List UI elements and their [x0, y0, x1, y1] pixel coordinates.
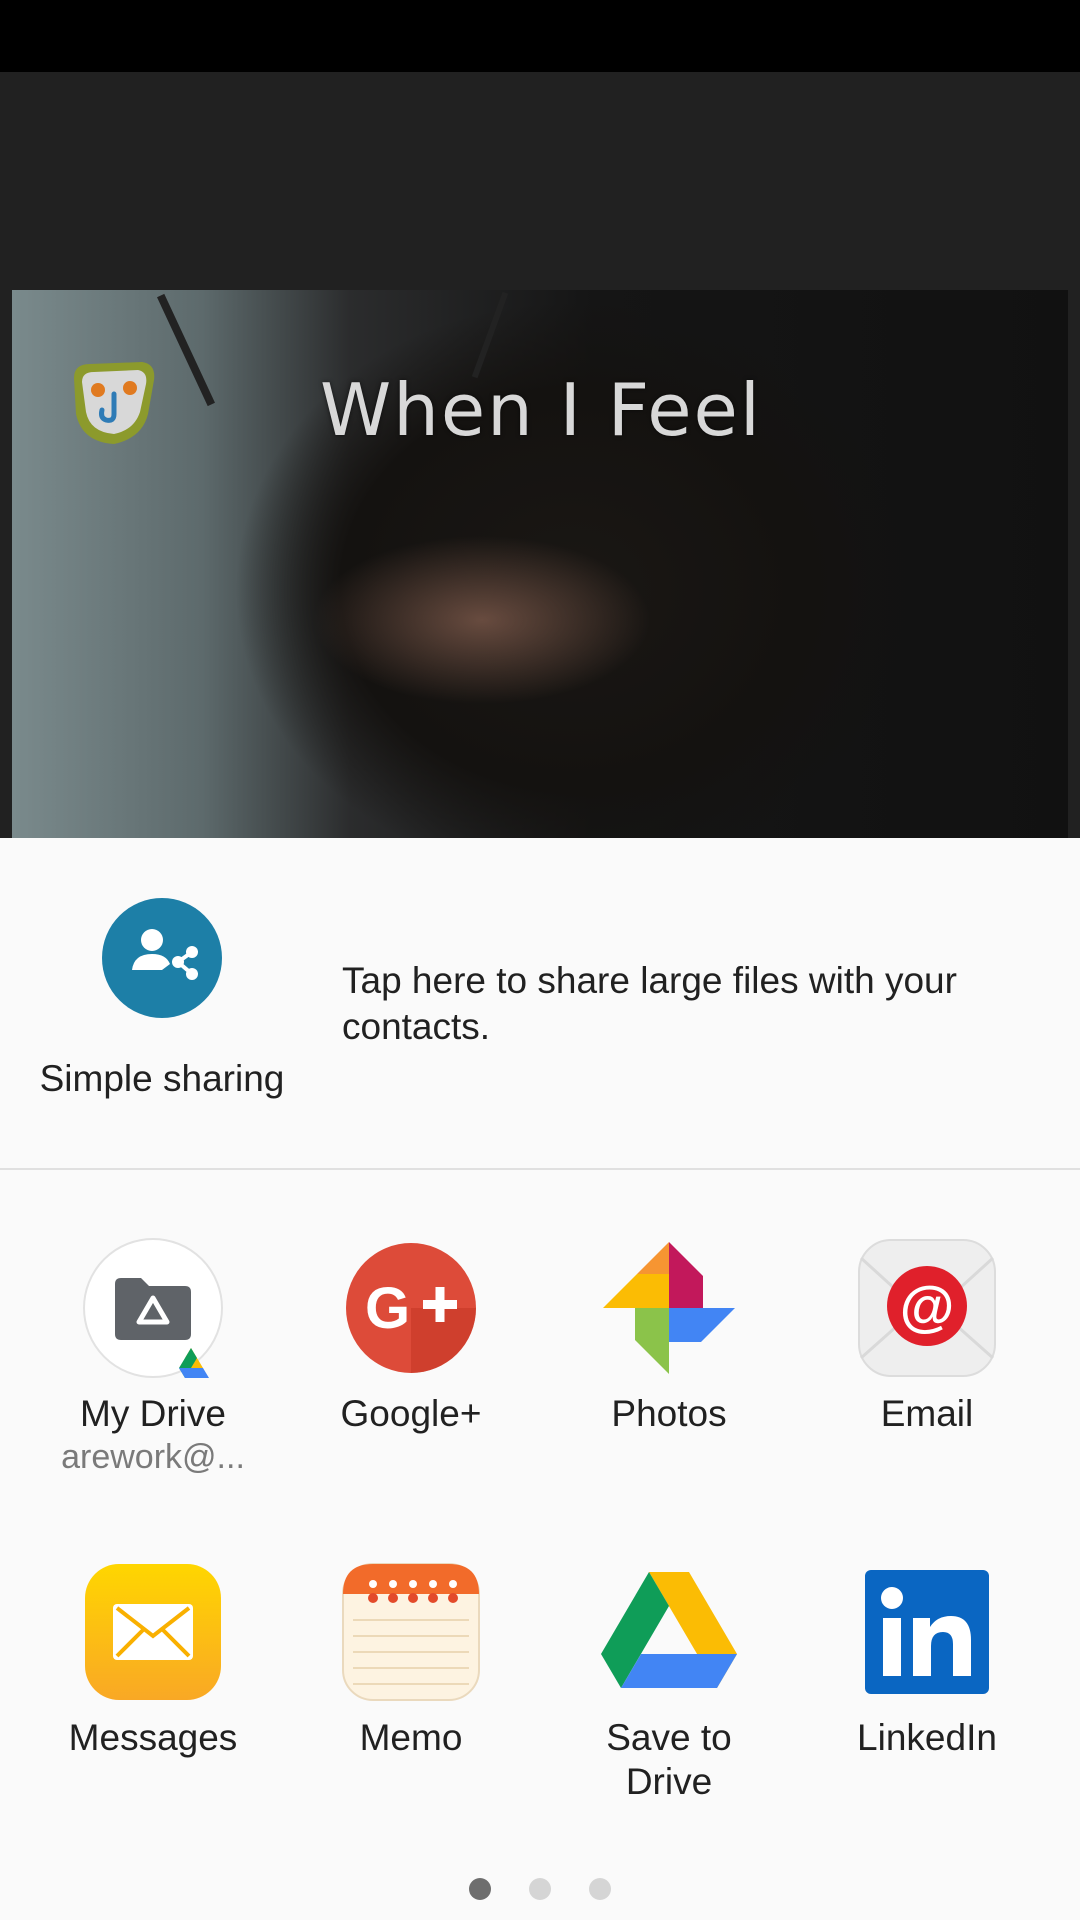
app-account: arework@...: [61, 1438, 245, 1476]
app-google-plus[interactable]: G Google+: [282, 1238, 540, 1436]
app-photos[interactable]: Photos: [540, 1238, 798, 1436]
app-label: Photos: [611, 1393, 727, 1434]
photos-icon: [599, 1238, 739, 1378]
image-caption: When I Feel: [320, 368, 762, 452]
app-linkedin[interactable]: LinkedIn: [798, 1562, 1056, 1760]
simple-sharing-option[interactable]: Simple sharing Tap here to share large f…: [0, 838, 1080, 1168]
memo-icon: [341, 1562, 481, 1702]
status-bar: [0, 0, 1080, 72]
app-save-to-drive[interactable]: Save to Drive: [540, 1562, 798, 1804]
app-label: Email: [880, 1393, 974, 1434]
simple-sharing-label: Simple sharing: [39, 1058, 285, 1099]
share-sheet: Simple sharing Tap here to share large f…: [0, 838, 1080, 1920]
svg-text:G: G: [365, 1276, 410, 1341]
page-dot[interactable]: [589, 1878, 612, 1900]
app-label: LinkedIn: [857, 1717, 997, 1758]
app-email[interactable]: @ Email: [798, 1238, 1056, 1436]
page-dot-active[interactable]: [468, 1878, 491, 1900]
simple-sharing-icon: [102, 898, 222, 1018]
save-to-drive-icon: [599, 1562, 739, 1702]
clock-hand: [157, 293, 215, 407]
app-logo-icon: [74, 362, 155, 444]
messages-icon: [83, 1562, 223, 1702]
app-my-drive[interactable]: My Drive arework@...: [24, 1238, 282, 1478]
google-plus-icon: G: [341, 1238, 481, 1378]
page-indicator: [0, 1878, 1080, 1902]
page-dot[interactable]: [529, 1878, 551, 1900]
app-label: Messages: [68, 1717, 238, 1758]
app-label: Memo: [359, 1717, 463, 1758]
divider: [0, 1168, 1080, 1170]
app-label: Save to Drive: [606, 1717, 732, 1802]
my-drive-icon: [83, 1238, 223, 1378]
clock-hand: [471, 291, 509, 379]
app-memo[interactable]: Memo: [282, 1562, 540, 1760]
app-messages[interactable]: Messages: [24, 1562, 282, 1760]
simple-sharing-description: Tap here to share large files with your …: [342, 960, 957, 1047]
email-icon: @: [857, 1238, 997, 1378]
app-label: Google+: [340, 1393, 482, 1434]
image-preview: When I Feel: [12, 290, 1068, 838]
app-label: My Drive: [80, 1393, 226, 1434]
svg-text:@: @: [900, 1274, 955, 1337]
linkedin-icon: [857, 1562, 997, 1702]
